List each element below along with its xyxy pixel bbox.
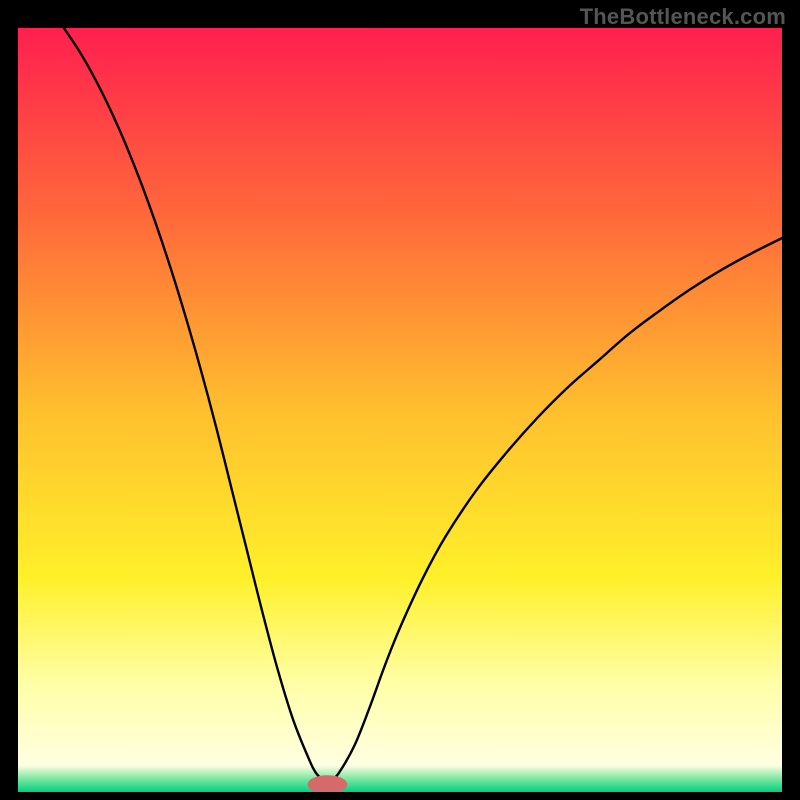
bottleneck-chart [18,28,782,792]
chart-frame [18,28,782,792]
watermark-text: TheBottleneck.com [580,4,786,30]
chart-background [18,28,782,792]
